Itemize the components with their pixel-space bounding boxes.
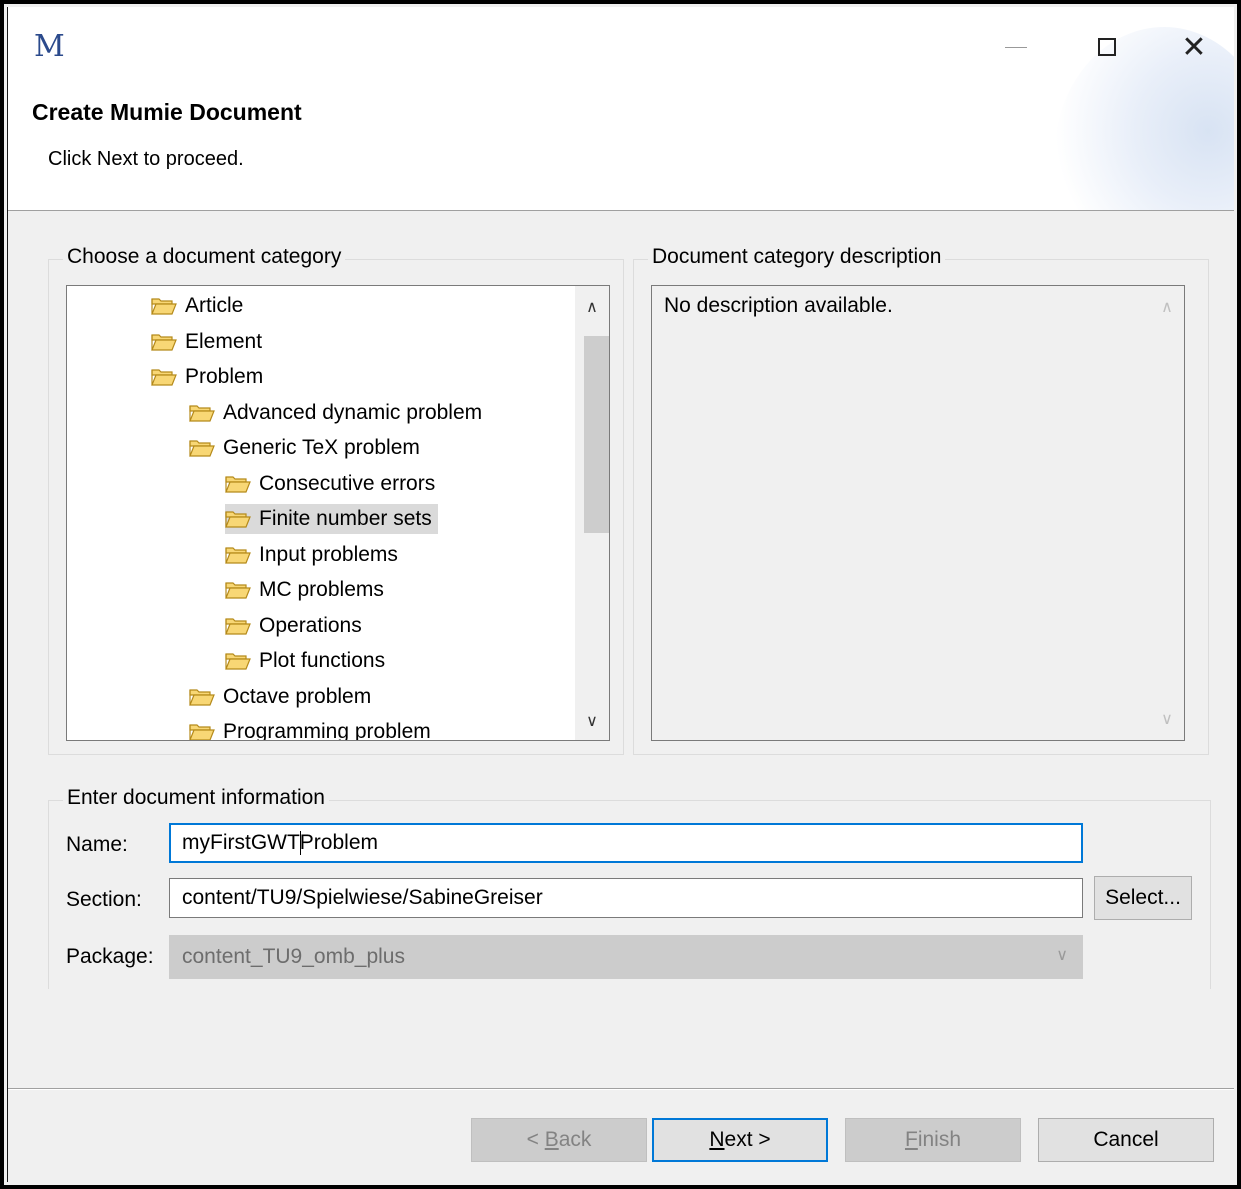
folder-open-icon [189, 723, 215, 740]
package-select[interactable]: content_TU9_omb_plus ∨ [169, 935, 1083, 979]
tree-item-label: Programming problem [223, 720, 431, 741]
finish-button[interactable]: Finish [845, 1118, 1021, 1162]
description-text: No description available. [664, 294, 893, 317]
tree-scrollbar[interactable]: ∧ ∨ [575, 286, 609, 740]
back-prefix: < [526, 1128, 545, 1151]
tree-item-label: Consecutive errors [259, 471, 436, 495]
tree-item[interactable]: Article [151, 291, 243, 321]
tree-item[interactable]: Input problems [225, 540, 398, 570]
app-icon: M [34, 29, 65, 64]
next-mnemonic: N [709, 1128, 725, 1151]
dialog-header: M ✕ Create Mumie Document Click Next to … [8, 7, 1234, 211]
back-mnemonic: B [544, 1128, 559, 1151]
scroll-down-icon[interactable]: ∨ [575, 704, 609, 738]
tree-item-label: Plot functions [259, 649, 386, 672]
package-value: content_TU9_omb_plus [182, 945, 405, 968]
tree-item[interactable]: Plot functions [225, 646, 385, 676]
tree-item[interactable]: Element [151, 327, 262, 357]
folder-open-icon [225, 510, 251, 528]
section-label: Section: [66, 888, 142, 911]
tree-item[interactable]: Finite number sets [225, 504, 438, 534]
folder-open-icon [225, 581, 251, 599]
folder-open-icon [225, 475, 251, 493]
tree-item[interactable]: Problem [151, 362, 263, 392]
tree-item-label: Problem [185, 365, 264, 388]
close-button[interactable]: ✕ [1171, 27, 1217, 67]
name-value-after: Problem [299, 831, 378, 854]
tree-item[interactable]: Operations [225, 611, 362, 641]
tree-item-label: Operations [259, 613, 362, 637]
tree-item[interactable]: Advanced dynamic problem [189, 398, 482, 428]
tree-item-label: Advanced dynamic problem [223, 400, 483, 424]
tree-item-label: Finite number sets [259, 507, 432, 530]
folder-open-icon [189, 404, 215, 422]
folder-open-icon [225, 652, 251, 670]
info-group-label: Enter document information [63, 786, 329, 810]
tree-item-label: Input problems [259, 542, 398, 566]
name-value-before: myFirstGWT [182, 831, 300, 854]
name-label: Name: [66, 833, 128, 856]
folder-open-icon [189, 688, 215, 706]
finish-rest: inish [917, 1128, 962, 1151]
description-group-label: Document category description [648, 245, 946, 269]
tree-item[interactable]: Generic TeX problem [189, 433, 420, 463]
section-value: content/TU9/Spielwiese/SabineGreiser [182, 886, 543, 909]
scroll-thumb[interactable] [584, 336, 609, 533]
tree-item[interactable]: MC problems [225, 575, 384, 605]
tree-item[interactable]: Octave problem [189, 682, 371, 712]
select-section-button[interactable]: Select... [1094, 876, 1192, 920]
chevron-down-icon: ∨ [1056, 947, 1068, 964]
folder-open-icon [151, 368, 177, 386]
next-button[interactable]: Next > [652, 1118, 828, 1162]
tree-item-label: MC problems [259, 578, 384, 601]
section-input[interactable]: content/TU9/Spielwiese/SabineGreiser [169, 878, 1083, 918]
finish-mnemonic: F [904, 1128, 918, 1151]
cancel-button[interactable]: Cancel [1038, 1118, 1214, 1162]
scroll-up-icon[interactable]: ∧ [575, 290, 609, 324]
folder-open-icon [151, 297, 177, 315]
tree-item[interactable]: Consecutive errors [225, 469, 435, 499]
name-input[interactable]: myFirstGWT Problem [169, 823, 1083, 863]
dialog-window: M ✕ Create Mumie Document Click Next to … [0, 0, 1241, 1189]
scroll-up-icon[interactable]: ∧ [1156, 296, 1178, 318]
footer-separator-highlight [8, 1089, 1234, 1090]
next-rest: ext > [724, 1128, 771, 1151]
folder-open-icon [189, 439, 215, 457]
tree-item-label: Octave problem [223, 684, 372, 708]
tree-item[interactable]: Programming problem [189, 717, 431, 741]
folder-open-icon [225, 546, 251, 564]
maximize-button[interactable] [1084, 27, 1130, 67]
tree-item-label: Article [185, 294, 244, 317]
back-button[interactable]: < Back [471, 1118, 647, 1162]
category-tree[interactable]: Programming problem Octave problem Plot fu… [66, 285, 610, 741]
description-box: No description available. ∧ ∨ [651, 285, 1185, 741]
package-label: Package: [66, 945, 154, 968]
dialog-subtitle: Click Next to proceed. [48, 148, 244, 170]
dialog-title: Create Mumie Document [32, 99, 302, 125]
category-group-label: Choose a document category [63, 245, 346, 269]
back-rest: ack [558, 1128, 592, 1151]
dialog-body: M ✕ Create Mumie Document Click Next to … [7, 7, 1234, 1182]
folder-open-icon [151, 333, 177, 351]
folder-open-icon [225, 617, 251, 635]
scroll-down-icon[interactable]: ∨ [1156, 708, 1178, 730]
tree-item-label: Element [185, 329, 263, 353]
minimize-button[interactable] [993, 27, 1039, 67]
tree-item-label: Generic TeX problem [223, 436, 420, 459]
